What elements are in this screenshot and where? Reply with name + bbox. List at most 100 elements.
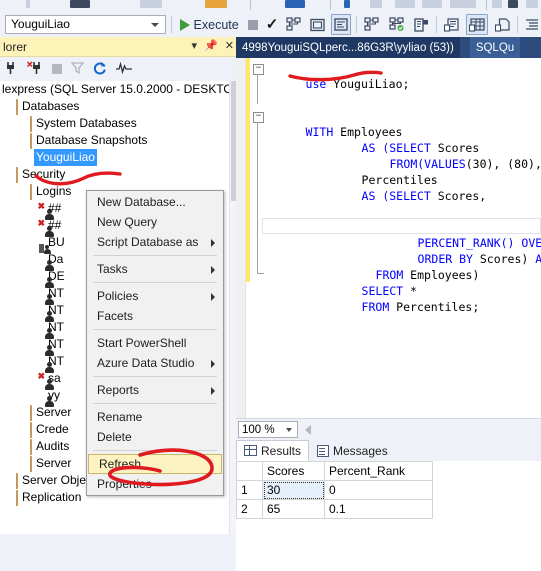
row-number[interactable]: 1 <box>236 480 263 500</box>
context-menu-separator <box>93 329 217 330</box>
results-to-grid-button[interactable] <box>466 14 489 35</box>
outlining-line-with <box>257 122 258 274</box>
results-grid[interactable]: Scores Percent_Rank 1 30 0 2 65 0.1 <box>236 461 541 571</box>
table-row[interactable]: 2 65 0.1 <box>236 499 433 519</box>
context-menu-item-label: Script Database as <box>97 235 199 249</box>
folder-icon <box>16 166 18 183</box>
available-databases-combo[interactable]: YouguiLiao <box>5 15 166 34</box>
toolbar-separator <box>170 16 172 33</box>
run-triangle-icon <box>179 18 190 31</box>
query-editor-panel: 4998YouguiSQLperc...86G3R\yyliao (53)) S… <box>236 37 541 571</box>
sqlcmd-mode-button[interactable] <box>412 14 431 35</box>
stop-icon <box>52 64 62 74</box>
context-menu-item-reports[interactable]: Reports <box>87 380 223 400</box>
folder-icon <box>30 115 32 132</box>
folder-icon <box>16 489 18 506</box>
live-query-stats-button[interactable] <box>387 14 407 35</box>
query-options-button[interactable] <box>308 14 327 35</box>
chevron-right-icon <box>211 360 215 368</box>
context-menu-item-label: Facets <box>97 309 134 323</box>
tab-messages[interactable]: Messages <box>309 440 396 461</box>
tab-results[interactable]: Results <box>236 440 310 461</box>
code-line-1: use YouguiLiao; <box>305 77 410 91</box>
table-row[interactable]: 1 30 0 <box>236 480 433 500</box>
context-menu-item-tasks[interactable]: Tasks <box>87 259 223 279</box>
context-menu-item-label: Refresh <box>99 457 142 471</box>
tree-item-lexpress-sql-server-15-0-2000-desktop-q[interactable]: lexpress (SQL Server 15.0.2000 - DESKTOP… <box>0 81 229 98</box>
refresh-icon[interactable] <box>93 61 107 78</box>
editor-change-indicator <box>246 58 250 282</box>
document-tab-bar: 4998YouguiSQLperc...86G3R\yyliao (53)) S… <box>236 37 541 58</box>
connect-icon[interactable] <box>4 61 18 78</box>
context-menu-item-new-database[interactable]: New Database... <box>87 192 223 212</box>
context-menu-item-facets[interactable]: Facets <box>87 306 223 326</box>
context-menu-item-label: Azure Data Studio <box>97 356 195 370</box>
tree-item-label: Audits <box>36 439 70 453</box>
sql-code-editor[interactable]: − − use YouguiLiao; WITH Employees AS (S… <box>236 58 541 418</box>
chevron-right-icon <box>211 387 215 395</box>
context-menu-separator <box>93 282 217 283</box>
folder-icon <box>30 132 32 149</box>
tree-item-databases[interactable]: Databases <box>0 98 229 115</box>
cell-scores[interactable]: 30 <box>262 480 325 500</box>
context-menu-item-start-powershell[interactable]: Start PowerShell <box>87 333 223 353</box>
include-client-statistics-button[interactable] <box>362 14 382 35</box>
chevron-down-icon[interactable]: ▾ <box>192 38 198 54</box>
column-header-scores[interactable]: Scores <box>262 461 325 481</box>
execute-button[interactable]: Execute <box>177 18 242 32</box>
context-menu-item-script-database-as[interactable]: Script Database as <box>87 232 223 252</box>
cell-percent-rank[interactable]: 0.1 <box>324 499 433 519</box>
tree-item-security[interactable]: Security <box>0 166 229 183</box>
context-menu-item-refresh[interactable]: Refresh <box>88 454 222 474</box>
row-number[interactable]: 2 <box>236 499 263 519</box>
tab-other-document-label: SQLQu <box>475 41 515 54</box>
results-to-file-button[interactable] <box>493 14 512 35</box>
context-menu-item-policies[interactable]: Policies <box>87 286 223 306</box>
activity-monitor-icon[interactable] <box>116 61 132 77</box>
context-menu-item-label: New Query <box>97 215 158 229</box>
fold-toggle-use[interactable]: − <box>253 64 264 75</box>
zoom-level-combo[interactable]: 100 % <box>238 421 298 438</box>
scroll-left-icon[interactable] <box>305 424 311 435</box>
include-actual-plan-button[interactable] <box>331 14 352 35</box>
context-menu-item-properties[interactable]: Properties <box>87 474 223 494</box>
context-menu-item-delete[interactable]: Delete <box>87 427 223 447</box>
cell-scores[interactable]: 65 <box>262 499 325 519</box>
database-context-menu[interactable]: New Database... New Query Script Database … <box>86 190 224 496</box>
live-query-stats-icon <box>389 17 404 31</box>
parse-button[interactable]: ✓ <box>264 14 281 35</box>
tree-item-label: Replication <box>22 490 82 504</box>
zoom-level-value: 100 % <box>242 424 275 436</box>
sqlcmd-mode-icon <box>414 17 429 32</box>
editor-gutter <box>236 58 246 418</box>
results-to-text-button[interactable] <box>442 14 461 35</box>
tree-item-system-databases[interactable]: System Databases <box>0 115 229 132</box>
pin-icon[interactable]: 📌 <box>204 38 218 54</box>
stop-button[interactable] <box>246 14 260 35</box>
execute-label: Execute <box>193 17 239 32</box>
tree-item-database-snapshots[interactable]: Database Snapshots <box>0 132 229 149</box>
display-estimated-plan-button[interactable] <box>284 14 304 35</box>
folder-icon <box>30 421 32 438</box>
disconnect-icon[interactable] <box>26 60 43 78</box>
context-menu-item-new-query[interactable]: New Query <box>87 212 223 232</box>
stop-icon <box>247 19 258 30</box>
indent-button[interactable] <box>523 14 541 35</box>
close-icon[interactable]: ✕ <box>225 38 234 54</box>
column-header-percent-rank[interactable]: Percent_Rank <box>324 461 433 481</box>
context-menu-item-rename[interactable]: Rename <box>87 407 223 427</box>
folder-icon <box>16 472 18 489</box>
cell-percent-rank[interactable]: 0 <box>324 480 433 500</box>
code-line-12: FROM Percentiles; <box>361 300 480 314</box>
tree-item-youguiliao[interactable]: YouguiLiao <box>0 149 229 166</box>
context-menu-item-label: Policies <box>97 289 139 303</box>
context-menu-item-azure-data-studio[interactable]: Azure Data Studio <box>87 353 223 373</box>
tab-other-document[interactable]: SQLQu <box>469 37 521 58</box>
row-number-header <box>236 461 263 481</box>
fold-toggle-with[interactable]: − <box>253 112 264 123</box>
tab-query-document[interactable]: 4998YouguiSQLperc...86G3R\yyliao (53)) <box>236 37 460 58</box>
results-header-row: Scores Percent_Rank <box>236 461 433 481</box>
results-table: Scores Percent_Rank 1 30 0 2 65 0.1 <box>236 461 433 519</box>
toolbar-separator <box>356 16 358 33</box>
filter-icon[interactable] <box>70 61 85 77</box>
